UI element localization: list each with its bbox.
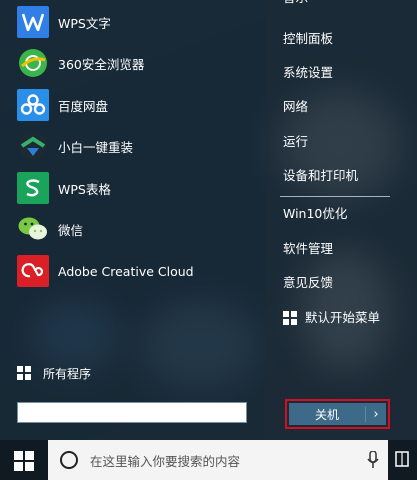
xiaobai-reinstall-icon <box>17 130 49 162</box>
app-item-360-browser[interactable]: 360安全浏览器 <box>17 47 144 79</box>
grid-icon <box>17 366 31 380</box>
shutdown-button[interactable]: 关机 › <box>289 403 386 425</box>
microphone-icon[interactable] <box>358 451 388 469</box>
start-button-windows-icon[interactable] <box>14 451 34 471</box>
chevron-right-icon[interactable]: › <box>365 406 386 422</box>
app-item-wps-writer[interactable]: WPS文字 <box>17 6 111 38</box>
taskbar-search-box[interactable]: 在这里输入你要搜索的内容 <box>48 440 388 480</box>
menu-link-control-panel[interactable]: 控制面板 <box>283 29 333 49</box>
app-label: 百度网盘 <box>58 98 109 114</box>
app-label: Adobe Creative Cloud <box>58 263 194 279</box>
app-label: 360安全浏览器 <box>58 56 145 72</box>
wechat-icon <box>17 213 49 245</box>
app-item-xiaobai-reinstall[interactable]: 小白一键重装 <box>17 130 133 162</box>
shutdown-label: 关机 <box>314 407 339 422</box>
baidu-netdisk-icon <box>17 89 49 121</box>
wps-spreadsheet-icon <box>17 172 49 204</box>
shutdown-highlight-frame: 关机 › <box>285 399 390 429</box>
menu-link-default-start-menu[interactable]: 默认开始菜单 <box>283 308 380 328</box>
all-programs-label: 所有程序 <box>43 366 92 381</box>
menu-link-network[interactable]: 网络 <box>283 97 308 117</box>
menu-link-devices-printers[interactable]: 设备和打印机 <box>283 166 358 186</box>
menu-link-run[interactable]: 运行 <box>283 132 308 152</box>
app-label: 微信 <box>58 222 84 238</box>
adobe-cc-icon <box>17 255 49 287</box>
app-item-wechat[interactable]: 微信 <box>17 213 83 245</box>
start-search-input[interactable] <box>17 402 247 423</box>
app-item-adobe-cc[interactable]: Adobe Creative Cloud <box>17 255 194 287</box>
app-item-baidu-netdisk[interactable]: 百度网盘 <box>17 89 108 121</box>
cortana-circle-icon <box>60 451 78 469</box>
taskbar-search-placeholder: 在这里输入你要搜索的内容 <box>90 453 241 469</box>
app-item-wps-spreadsheet[interactable]: WPS表格 <box>17 172 111 204</box>
start-menu: WPS文字 360安全浏览器 百度网盘 小白一键重装 WPS表格 微信 Adob… <box>0 0 417 440</box>
menu-link-label: 默认开始菜单 <box>305 310 381 325</box>
360-browser-icon <box>17 47 49 79</box>
wps-writer-icon <box>17 6 49 38</box>
menu-link-win10-optimize[interactable]: Win10优化 <box>283 204 347 224</box>
menu-link-system-settings[interactable]: 系统设置 <box>283 63 333 83</box>
menu-link-feedback[interactable]: 意见反馈 <box>283 273 333 293</box>
app-label: WPS表格 <box>58 181 111 197</box>
all-programs-button[interactable]: 所有程序 <box>17 364 91 382</box>
app-label: 小白一键重装 <box>58 139 134 155</box>
menu-link-music[interactable]: 音乐 <box>283 0 308 8</box>
app-label: WPS文字 <box>58 15 111 31</box>
menu-link-software-manager[interactable]: 软件管理 <box>283 239 333 259</box>
menu-divider <box>280 196 390 197</box>
task-view-icon[interactable] <box>395 450 409 468</box>
windows-logo-icon <box>283 311 297 325</box>
